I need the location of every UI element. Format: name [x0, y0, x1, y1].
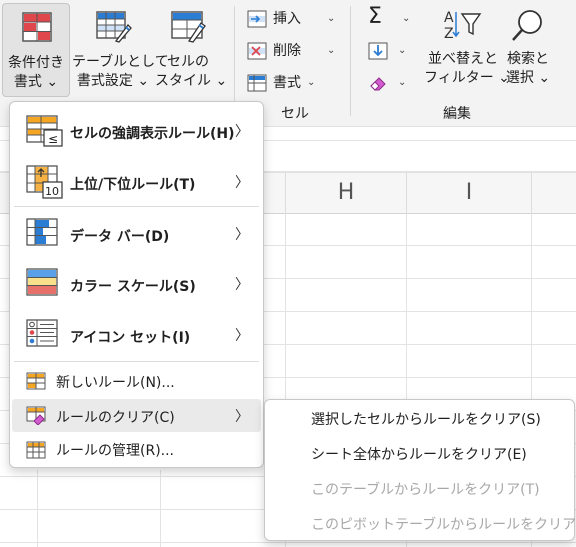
column-header-next[interactable] — [531, 173, 576, 213]
menu-item-new-rule[interactable]: 新しいルール(N)... — [12, 365, 261, 397]
format-as-table-button[interactable]: テーブルとして 書式設定 ⌄ — [72, 3, 169, 97]
conditional-formatting-icon — [22, 12, 52, 48]
conditional-formatting-menu: ≤ セルの強調表示ルール(H) 〉 10 上位/下位ルール(T) 〉 データ バ… — [9, 101, 264, 468]
format-cells-icon — [247, 74, 267, 92]
conditional-formatting-label-2: 書式 ⌄ — [13, 74, 59, 90]
menu-item-label: 新しいルール(N)... — [56, 375, 175, 391]
insert-cells-button[interactable]: 挿入 ⌄ — [247, 7, 337, 31]
highlight-cells-rules-icon: ≤ — [26, 115, 64, 151]
chevron-right-icon: 〉 — [235, 277, 249, 293]
conditional-formatting-label-1: 条件付き — [8, 55, 64, 71]
cell-styles-label-2: スタイル ⌄ — [155, 73, 228, 89]
column-header-i[interactable]: I — [406, 173, 531, 213]
menu-item-label: カラー スケール(S) — [70, 279, 196, 295]
delete-cells-icon — [247, 42, 267, 60]
insert-cells-label: 挿入 — [273, 11, 301, 27]
cells-group-label: セル — [281, 106, 309, 122]
find-select-label-2: 選択 ⌄ — [505, 70, 551, 86]
submenu-item-clear-entire-sheet[interactable]: シート全体からルールをクリア(E) — [311, 444, 527, 464]
chevron-right-icon: 〉 — [235, 409, 249, 425]
find-select-button[interactable]: 検索と 選択 ⌄ — [502, 8, 554, 98]
svg-text:Z: Z — [444, 26, 454, 42]
menu-item-label: アイコン セット(I) — [70, 330, 191, 346]
sort-filter-label-2: フィルター ⌄ — [424, 70, 510, 86]
menu-item-icon-sets[interactable]: アイコン セット(I) 〉 — [12, 311, 261, 359]
format-cells-button[interactable]: 書式 ⌄ — [247, 71, 337, 95]
menu-item-label: セルの強調表示ルール(H) — [70, 126, 235, 142]
menu-item-highlight-cells-rules[interactable]: ≤ セルの強調表示ルール(H) 〉 — [12, 107, 261, 155]
chevron-down-icon: ⌄ — [327, 13, 336, 24]
editing-group-label: 編集 — [443, 106, 471, 122]
format-as-table-icon — [96, 11, 132, 49]
menu-separator — [14, 361, 259, 362]
search-icon — [510, 8, 546, 50]
svg-text:A: A — [444, 10, 454, 26]
chevron-right-icon: 〉 — [235, 175, 249, 191]
clear-rules-icon — [26, 406, 46, 429]
icon-sets-icon — [26, 319, 60, 353]
chevron-down-icon: ⌄ — [327, 45, 336, 56]
eraser-icon — [370, 77, 386, 91]
chevron-down-icon: ⌄ — [398, 45, 407, 56]
menu-item-data-bars[interactable]: データ バー(D) 〉 — [12, 210, 261, 258]
svg-text:10: 10 — [45, 185, 59, 198]
ribbon-separator — [350, 6, 351, 116]
grid-line — [0, 542, 576, 543]
ribbon-separator — [234, 6, 235, 116]
chevron-right-icon: 〉 — [235, 124, 249, 140]
menu-item-manage-rules[interactable]: ルールの管理(R)... — [12, 434, 261, 466]
insert-cells-icon — [247, 10, 267, 28]
menu-item-label: 上位/下位ルール(T) — [70, 177, 196, 193]
menu-item-label: データ バー(D) — [70, 229, 170, 245]
clear-rules-submenu: 選択したセルからルールをクリア(S) シート全体からルールをクリア(E) このテ… — [264, 399, 576, 541]
menu-separator — [14, 206, 259, 207]
chevron-down-icon: ⌄ — [402, 13, 411, 24]
chevron-right-icon: 〉 — [235, 227, 249, 243]
chevron-down-icon: ⌄ — [398, 77, 407, 88]
clear-button[interactable]: ⌄ — [368, 71, 418, 95]
sort-filter-button[interactable]: A Z 並べ替えと フィルター ⌄ — [424, 8, 510, 98]
menu-item-clear-rules[interactable]: ルールのクリア(C) 〉 — [12, 399, 261, 432]
sort-filter-icon: A Z — [442, 8, 482, 48]
autosum-button[interactable]: Σ ⌄ — [368, 4, 418, 31]
color-scales-icon — [26, 268, 60, 302]
svg-text:≤: ≤ — [48, 132, 58, 146]
new-rule-icon — [26, 372, 46, 394]
fill-button[interactable]: ⌄ — [368, 39, 418, 63]
menu-item-label: ルールのクリア(C) — [56, 410, 175, 426]
submenu-item-clear-this-pivottable: このピボットテーブルからルールをクリア(P) — [311, 517, 576, 533]
cell-styles-icon — [171, 11, 207, 49]
manage-rules-icon — [26, 441, 46, 463]
find-select-label-1: 検索と — [507, 51, 549, 67]
cell-styles-label-1: セルの — [167, 54, 209, 70]
column-header-h[interactable]: H — [285, 173, 406, 213]
menu-item-top-bottom-rules[interactable]: 10 上位/下位ルール(T) 〉 — [12, 158, 261, 206]
chevron-right-icon: 〉 — [235, 328, 249, 344]
delete-cells-button[interactable]: 削除 ⌄ — [247, 39, 337, 63]
menu-item-color-scales[interactable]: カラー スケール(S) 〉 — [12, 260, 261, 308]
cell-styles-button[interactable]: セルの スタイル ⌄ — [155, 3, 228, 97]
sigma-icon: Σ — [368, 4, 382, 29]
menu-item-label: ルールの管理(R)... — [56, 443, 175, 459]
format-as-table-label-2: 書式設定 ⌄ — [76, 73, 150, 89]
submenu-item-clear-this-table: このテーブルからルールをクリア(T) — [311, 482, 540, 498]
chevron-down-icon: ⌄ — [307, 77, 316, 88]
delete-cells-label: 削除 — [273, 43, 301, 59]
top-bottom-rules-icon: 10 — [26, 165, 64, 203]
sort-filter-label-1: 並べ替えと — [428, 51, 498, 67]
format-as-table-label-1: テーブルとして — [72, 54, 169, 70]
format-cells-label: 書式 — [273, 75, 301, 91]
submenu-item-clear-selected-cells[interactable]: 選択したセルからルールをクリア(S) — [311, 409, 541, 429]
data-bars-icon — [26, 218, 60, 252]
fill-down-icon — [368, 42, 388, 60]
conditional-formatting-button[interactable]: 条件付き 書式 ⌄ — [2, 3, 70, 97]
